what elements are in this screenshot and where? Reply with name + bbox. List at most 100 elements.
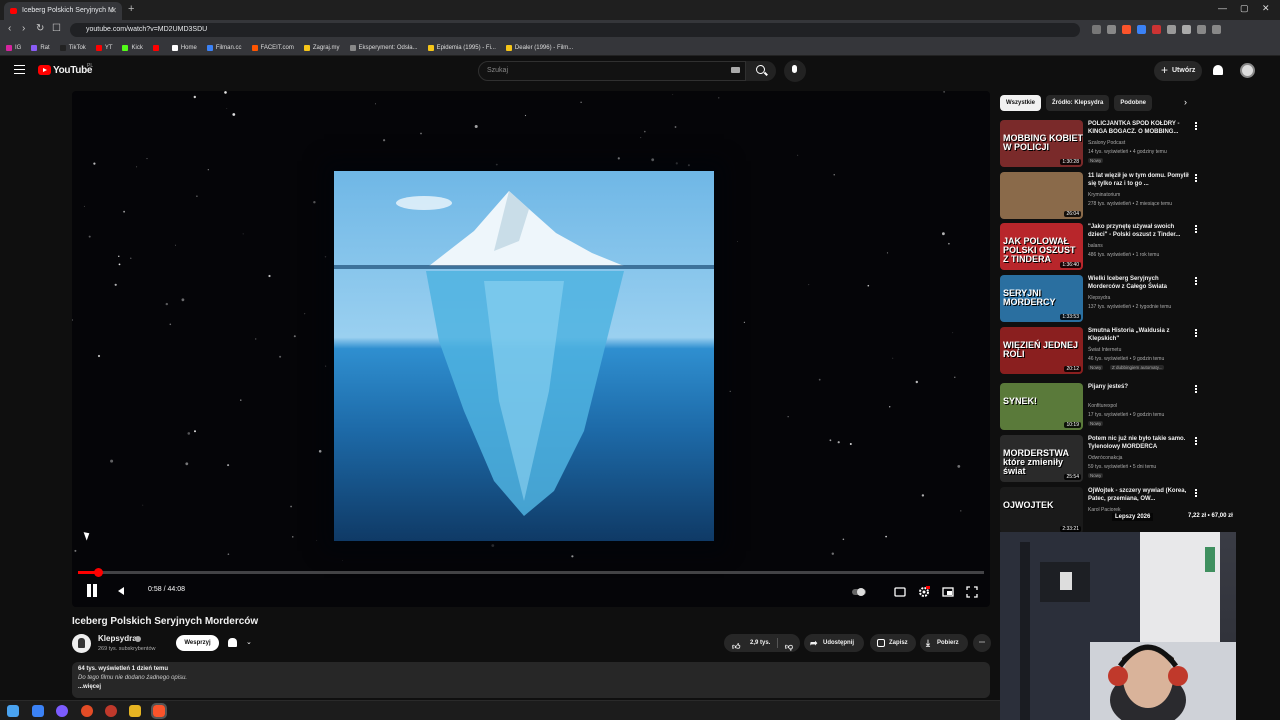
recommendation-title[interactable]: OjWojtek - szczery wywiad (Korea, Patec,… (1088, 487, 1192, 503)
download-button[interactable]: ⤓ Pobierz (920, 634, 968, 652)
puzzle-icon[interactable] (1197, 25, 1206, 34)
bookmark-item[interactable] (152, 44, 162, 51)
video-thumbnail[interactable]: SERYJNI MORDERCY 1:33:53 (1000, 275, 1083, 322)
video-player[interactable]: 0:58 / 44:08 (72, 91, 990, 607)
recommendation-title[interactable]: Pijany jesteś? (1088, 383, 1192, 391)
filter-chip[interactable]: Źródło: Klepsydra (1046, 95, 1110, 111)
description-box[interactable]: 64 tys. wyświetleń 1 dzień temu Do tego … (72, 662, 990, 698)
channel-name[interactable]: Klepsydra (98, 634, 137, 643)
hamburger-menu-icon[interactable] (14, 65, 25, 74)
more-options-icon[interactable] (1195, 437, 1197, 439)
bookmark-item[interactable]: Rat (31, 44, 50, 51)
brave-icon[interactable] (151, 703, 167, 719)
url-input[interactable]: youtube.com/watch?v=MD2UMD3SDU (70, 23, 1080, 37)
subtitles-icon[interactable] (894, 585, 906, 597)
bookmark-item[interactable]: YT (95, 44, 112, 51)
browser-tab[interactable]: Iceberg Polskich Seryjnych M ✕ (4, 2, 122, 20)
recommendation-item[interactable]: JAK POLOWAŁ POLSKI OSZUST Z TINDERA 1:36:… (1000, 223, 1197, 271)
chevron-right-icon[interactable]: › (1184, 97, 1187, 107)
more-actions-button[interactable]: ⋯ (973, 634, 991, 652)
recommendation-item[interactable]: OJWOJTEK 2:33:21 OjWojtek - szczery wywiad… (1000, 487, 1197, 535)
recommendation-item[interactable]: MOBBING KOBIET W POLICJI 1:30:28 POLICJANT… (1000, 120, 1197, 168)
pause-button[interactable] (86, 584, 98, 597)
save-button[interactable]: Zapisz (870, 634, 916, 652)
taskbar-app-icon[interactable] (56, 705, 68, 717)
start-icon[interactable] (7, 705, 19, 717)
bookmark-item[interactable]: FACEIT.com (251, 44, 294, 51)
bookmark-item[interactable]: Home (171, 44, 197, 51)
filter-chip[interactable]: Wszystkie (1000, 95, 1042, 111)
more-options-icon[interactable] (1195, 225, 1197, 227)
bookmark-star-icon[interactable]: ☐ (52, 23, 61, 34)
like-button[interactable]: 👍︎ 2,9 tys. 👎︎ (724, 634, 800, 652)
bookmark-item[interactable]: Epidemia (1995) - Fi... (427, 44, 496, 51)
recommendation-channel[interactable]: Klepsydra (1088, 295, 1110, 301)
channel-avatar[interactable] (72, 634, 91, 653)
bookmark-item[interactable]: TikTok (59, 44, 86, 51)
recommendation-title[interactable]: POLICJANTKA SPOD KOŁDRY - KINGA BOGACZ. … (1088, 120, 1192, 136)
volume-icon[interactable] (118, 586, 128, 596)
subscription-bell-icon[interactable] (228, 638, 237, 647)
autoplay-toggle[interactable] (852, 585, 866, 597)
forward-icon[interactable]: › (22, 23, 25, 34)
more-options-icon[interactable] (1195, 122, 1197, 124)
video-thumbnail[interactable]: MOBBING KOBIET W POLICJI 1:30:28 (1000, 120, 1083, 167)
bookmark-item[interactable]: IG (6, 44, 21, 51)
recommendation-title[interactable]: Smutna Historia „Waldusia z Klepskich" (1088, 327, 1192, 343)
bookmark-item[interactable]: Filman.cc (206, 44, 242, 51)
filter-chip[interactable]: Podobne (1114, 95, 1153, 111)
taskbar-app-icon[interactable] (129, 705, 141, 717)
extension-icon[interactable] (1137, 25, 1146, 34)
recommendation-item[interactable]: SERYJNI MORDERCY 1:33:53 Wielki Iceberg Se… (1000, 275, 1197, 323)
taskbar-app-icon[interactable] (32, 705, 44, 717)
video-thumbnail[interactable]: 26:04 (1000, 172, 1083, 219)
recommendation-title[interactable]: 11 lat więził je w tym domu. Pomylił się… (1088, 172, 1192, 188)
create-button[interactable]: Utwórz (1154, 60, 1202, 81)
thumbs-down-icon[interactable]: 👎︎ (785, 638, 793, 656)
voice-search-mic-icon[interactable] (784, 60, 806, 82)
video-thumbnail[interactable]: WIĘZIEŃ JEDNEJ ROLI 20:12 (1000, 327, 1083, 374)
reload-icon[interactable]: ↻ (36, 23, 44, 34)
brave-shield-icon[interactable] (1122, 25, 1131, 34)
extension-icon[interactable] (1092, 25, 1101, 34)
extension-icon[interactable] (1152, 25, 1161, 34)
close-window-icon[interactable]: ✕ (1262, 3, 1270, 14)
more-options-icon[interactable] (1195, 329, 1197, 331)
more-options-icon[interactable] (1195, 385, 1197, 387)
recommendation-channel[interactable]: Odwróconakcja (1088, 455, 1122, 461)
more-options-icon[interactable] (1195, 174, 1197, 176)
bookmark-item[interactable]: Dealer (1996) - Film... (505, 44, 573, 51)
back-icon[interactable]: ‹ (8, 23, 11, 34)
video-thumbnail[interactable]: MORDERSTWA które zmieniły świat 25:54 (1000, 435, 1083, 482)
recommendation-channel[interactable]: balans (1088, 243, 1103, 249)
account-avatar[interactable] (1240, 63, 1255, 78)
fullscreen-icon[interactable] (966, 585, 978, 598)
video-thumbnail[interactable]: JAK POLOWAŁ POLSKI OSZUST Z TINDERA 1:36:… (1000, 223, 1083, 270)
miniplayer-icon[interactable] (942, 585, 954, 597)
search-button[interactable] (746, 61, 776, 81)
extension-icon[interactable] (1107, 25, 1116, 34)
progress-bar[interactable] (78, 568, 984, 577)
join-button[interactable]: Wesprzyj (176, 635, 219, 651)
video-thumbnail[interactable]: OJWOJTEK 2:33:21 (1000, 487, 1083, 534)
recommendation-channel[interactable]: Kryminatorium (1088, 192, 1120, 198)
show-more-link[interactable]: ...więcej (78, 684, 984, 690)
keyboard-icon[interactable] (731, 67, 740, 73)
chevron-down-icon[interactable]: ⌄ (246, 638, 252, 646)
bookmark-item[interactable]: Kick (122, 44, 143, 51)
extension-icon[interactable] (1167, 25, 1176, 34)
share-button[interactable]: ➦ Udostępnij (804, 634, 864, 652)
more-options-icon[interactable] (1195, 489, 1197, 491)
recommendation-channel[interactable]: Szalony Podcast (1088, 140, 1125, 146)
recommendation-channel[interactable]: Świat Internetu (1088, 347, 1121, 353)
maximize-icon[interactable]: ▢ (1240, 3, 1249, 14)
recommendation-title[interactable]: "Jako przynętę używał swoich dzieci" - P… (1088, 223, 1192, 239)
progress-scrubber[interactable] (93, 568, 103, 577)
youtube-logo-icon[interactable] (38, 65, 51, 75)
close-tab-icon[interactable]: ✕ (110, 2, 117, 20)
recommendation-item[interactable]: SYNEK! 10:19 Pijany jesteś? Konfiturexpol 17… (1000, 383, 1197, 431)
chrome-icon[interactable] (81, 705, 93, 717)
search-input[interactable]: Szukaj (478, 61, 746, 81)
recommendation-item[interactable]: MORDERSTWA które zmieniły świat 25:54 Pote… (1000, 435, 1197, 483)
more-options-icon[interactable] (1195, 277, 1197, 279)
